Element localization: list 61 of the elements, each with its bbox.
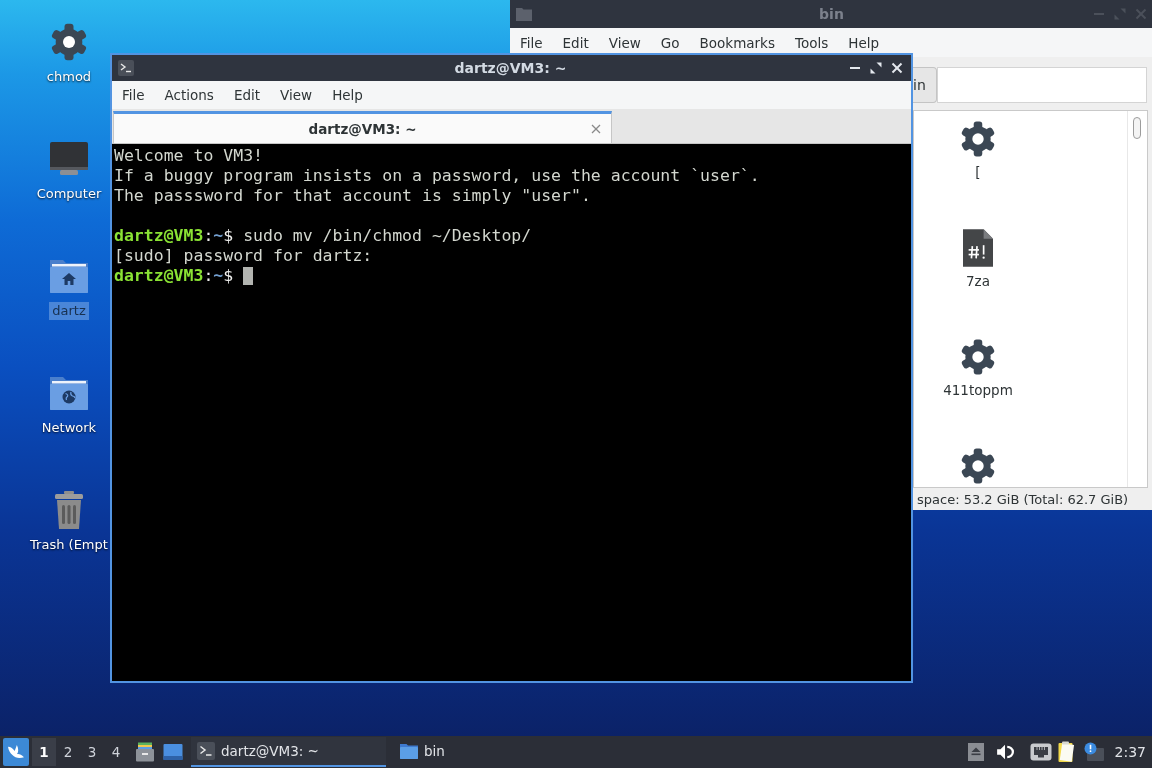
menu-item[interactable]: Actions	[164, 87, 214, 103]
workspace-button[interactable]: 1	[32, 738, 56, 766]
gear-icon[interactable]	[959, 338, 997, 376]
ethernet-port-icon[interactable]	[1029, 743, 1052, 761]
terminal-prompt-line: dartz@VM3:~$	[114, 266, 234, 286]
desktop-icon-label[interactable]: Computer	[33, 185, 105, 203]
desktop-icon-label[interactable]: Trash (Empt	[27, 536, 111, 554]
taskbar-task[interactable]: bin	[394, 737, 451, 767]
folder-icon	[516, 7, 532, 21]
disk-space-text: space: 53.2 GiB (Total: 62.7 GiB)	[917, 491, 1129, 507]
taskbar-task[interactable]: dartz@VM3: ~	[191, 737, 386, 767]
path-field[interactable]	[937, 67, 1147, 103]
folder-icon	[400, 742, 418, 760]
desktop-icon-label[interactable]: dartz	[49, 302, 89, 320]
home-folder-icon[interactable]	[48, 258, 90, 294]
file-name-label[interactable]: 7za	[966, 272, 990, 290]
window-title: dartz@VM3: ~	[454, 60, 567, 76]
menu-item[interactable]: Tools	[794, 34, 829, 51]
terminal-tab[interactable]: dartz@VM3: ~	[113, 111, 612, 143]
terminal-output-line: The passsword for that account is simply "user".	[114, 186, 591, 206]
menu-item[interactable]: Edit	[233, 87, 261, 103]
terminal-icon	[197, 742, 215, 760]
script-file-icon[interactable]	[963, 229, 993, 267]
start-menu-button[interactable]	[3, 738, 29, 766]
bird-icon	[7, 744, 25, 760]
menu-item[interactable]: Bookmarks	[699, 34, 775, 51]
volume-icon[interactable]	[995, 743, 1014, 761]
gear-icon[interactable]	[959, 447, 997, 485]
menu-item[interactable]: Go	[660, 34, 680, 51]
terminal-output-line: If a buggy program insists on a password, use the account `user`.	[114, 166, 760, 186]
gear-icon[interactable]	[49, 22, 89, 62]
menu-item[interactable]: File	[122, 87, 145, 103]
monitor-icon[interactable]	[48, 141, 90, 177]
menu-item[interactable]: Edit	[562, 34, 589, 51]
gear-icon[interactable]	[959, 120, 997, 158]
maximize-icon[interactable]	[870, 62, 882, 74]
eject-icon[interactable]	[967, 743, 984, 761]
scrollbar-thumb[interactable]	[1133, 117, 1141, 139]
workspace-button[interactable]: 2	[56, 738, 80, 766]
window-title: bin	[819, 6, 844, 22]
file-cabinet-icon[interactable]	[135, 742, 155, 762]
trash-can-icon[interactable]	[54, 490, 84, 530]
menu-item[interactable]: Help	[332, 87, 363, 103]
screen-icon[interactable]	[163, 742, 183, 762]
terminal-output-line: [sudo] password for dartz:	[114, 246, 373, 266]
desktop-icon-label[interactable]: Network	[38, 419, 100, 437]
file-name-label[interactable]: [	[975, 163, 981, 181]
menu-item[interactable]: View	[608, 34, 641, 51]
path-button[interactable]: in	[913, 67, 937, 103]
file-name-label[interactable]: 411toppm	[943, 381, 1013, 399]
terminal-prompt-line: dartz@VM3:~$ sudo mv /bin/chmod ~/Desktop/	[114, 226, 532, 246]
terminal-output-line: Welcome to VM3!	[114, 146, 263, 166]
alert-icon[interactable]	[1083, 742, 1104, 762]
workspace-button[interactable]: 4	[104, 738, 128, 766]
menu-item[interactable]: Help	[848, 34, 879, 51]
clock[interactable]: 2:37	[1114, 744, 1146, 760]
menu-item[interactable]: File	[520, 34, 543, 51]
menu-item[interactable]: View	[280, 87, 313, 103]
terminal-icon	[118, 60, 134, 76]
workspace-button[interactable]: 3	[80, 738, 104, 766]
globe-folder-icon[interactable]	[48, 375, 90, 411]
